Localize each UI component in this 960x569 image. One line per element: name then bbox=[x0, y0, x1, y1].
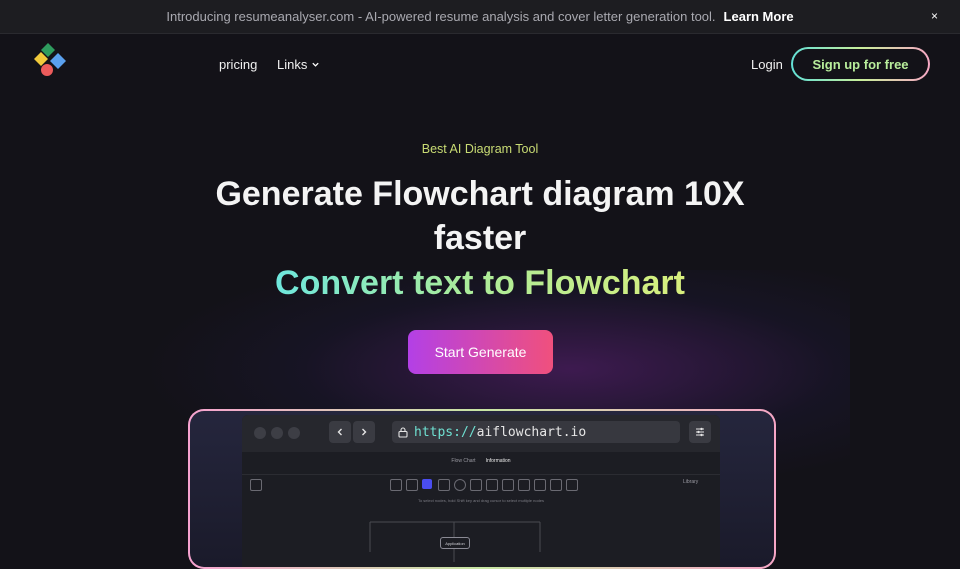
back-button[interactable] bbox=[329, 421, 351, 443]
library-label[interactable]: Library bbox=[683, 479, 698, 485]
pen-icon[interactable] bbox=[518, 479, 530, 491]
login-link[interactable]: Login bbox=[751, 57, 783, 72]
tab-flow-chart[interactable]: Flow Chart bbox=[451, 454, 475, 468]
banner-text: Introducing resumeanalyser.com - AI-powe… bbox=[166, 9, 716, 24]
browser-mockup: https://aiflowchart.io Flow Chart Inform… bbox=[242, 415, 720, 567]
diamond-icon[interactable] bbox=[470, 479, 482, 491]
hand-icon[interactable] bbox=[406, 479, 418, 491]
sliders-icon bbox=[696, 427, 704, 437]
hero-headline: Generate Flowchart diagram 10X faster bbox=[215, 175, 745, 257]
chevron-down-icon bbox=[312, 62, 320, 67]
address-bar[interactable]: https://aiflowchart.io bbox=[392, 421, 680, 443]
forward-button[interactable] bbox=[353, 421, 375, 443]
start-generate-button[interactable]: Start Generate bbox=[408, 330, 553, 374]
image-icon[interactable] bbox=[550, 479, 562, 491]
browser-chrome: https://aiflowchart.io bbox=[242, 415, 720, 452]
chevron-left-icon bbox=[337, 428, 342, 436]
eraser-icon[interactable] bbox=[566, 479, 578, 491]
diagram-connectors bbox=[369, 521, 541, 562]
ellipse-icon[interactable] bbox=[454, 479, 466, 491]
nav-pricing-link[interactable]: pricing bbox=[219, 57, 257, 72]
hero-eyebrow: Best AI Diagram Tool bbox=[421, 142, 539, 156]
close-icon[interactable]: × bbox=[931, 9, 938, 23]
top-nav: pricing Links Login Sign up for free bbox=[0, 34, 960, 96]
chevron-right-icon bbox=[362, 428, 367, 436]
cursor-icon[interactable] bbox=[422, 479, 432, 489]
logo-diamond-icon[interactable] bbox=[30, 41, 72, 83]
text-icon[interactable] bbox=[534, 479, 546, 491]
app-preview-frame: https://aiflowchart.io Flow Chart Inform… bbox=[188, 409, 776, 569]
window-dot bbox=[271, 427, 283, 439]
url-host: aiflowchart.io bbox=[476, 424, 587, 440]
hero-subhead-text: Convert text to Flowchart bbox=[275, 264, 685, 302]
preview-tabs: Flow Chart Information bbox=[242, 454, 720, 468]
lock-icon bbox=[398, 427, 408, 438]
nav-links-dropdown[interactable]: Links bbox=[277, 57, 320, 72]
window-dot bbox=[254, 427, 266, 439]
preview-toolbar: Library bbox=[242, 474, 720, 493]
signup-button[interactable]: Sign up for free bbox=[791, 47, 930, 81]
lock-icon[interactable] bbox=[390, 479, 402, 491]
diagram-canvas[interactable]: Application bbox=[250, 507, 712, 567]
diagram-node[interactable]: Application bbox=[440, 537, 470, 549]
settings-button[interactable] bbox=[689, 421, 711, 443]
nav-links-label: Links bbox=[277, 57, 308, 72]
tab-information[interactable]: Information bbox=[486, 454, 511, 468]
rectangle-icon[interactable] bbox=[438, 479, 450, 491]
hero-subhead: Convert text to Flowchart bbox=[0, 262, 960, 304]
menu-icon[interactable] bbox=[250, 479, 262, 491]
line-icon[interactable] bbox=[502, 479, 514, 491]
learn-more-link[interactable]: Learn More bbox=[724, 9, 794, 24]
window-dot bbox=[288, 427, 300, 439]
announcement-banner: Introducing resumeanalyser.com - AI-powe… bbox=[0, 0, 960, 34]
canvas-hint: To select nodes, hold Shift key and drag… bbox=[417, 498, 545, 503]
arrow-icon[interactable] bbox=[486, 479, 498, 491]
url-scheme: https:// bbox=[414, 424, 477, 440]
